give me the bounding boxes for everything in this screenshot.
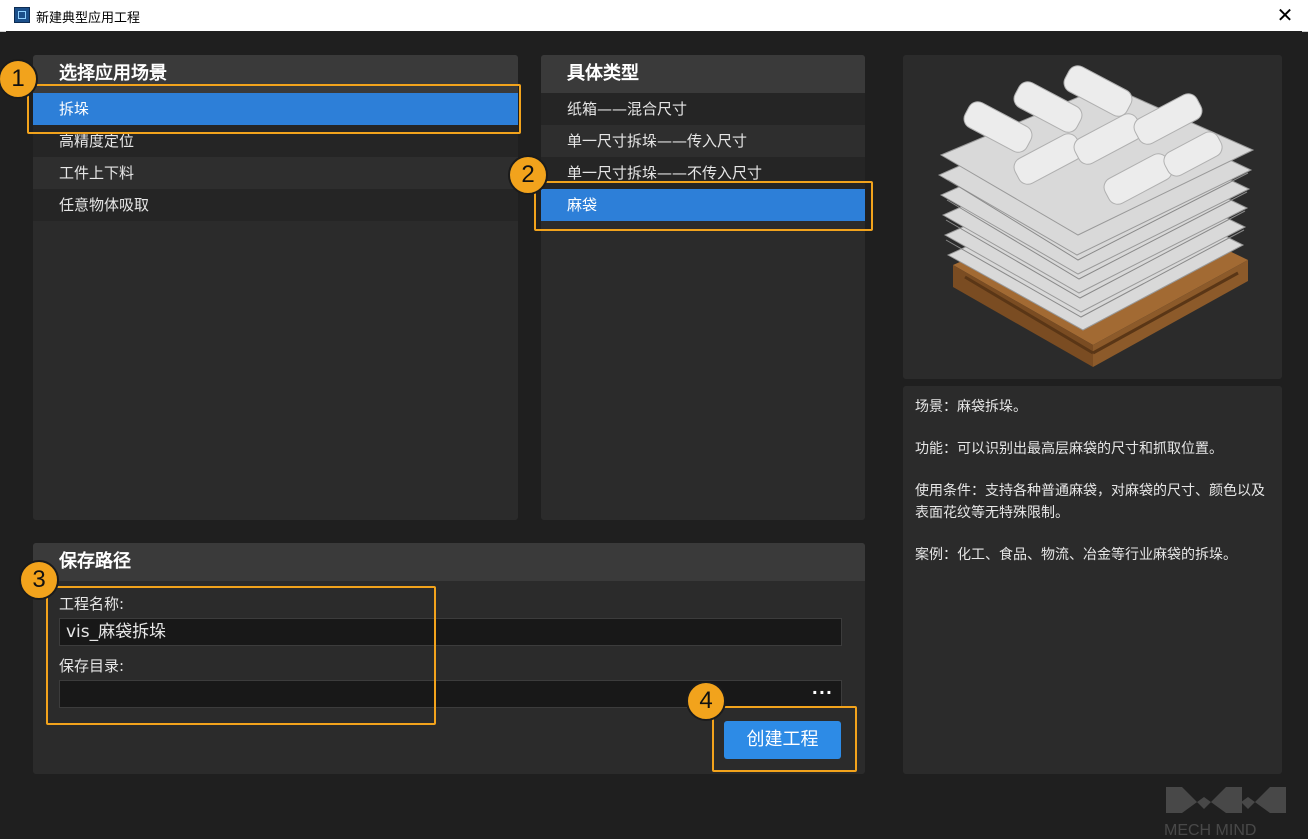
callout-badge-3: 3 <box>19 560 59 600</box>
description-panel: 场景：麻袋拆垛。 功能：可以识别出最高层麻袋的尺寸和抓取位置。 使用条件：支持各… <box>903 386 1282 774</box>
title-bar: 新建典型应用工程 ✕ <box>0 0 1308 32</box>
callout-badge-2: 2 <box>508 155 548 195</box>
mech-mind-watermark: MECH MIND <box>1164 787 1286 839</box>
callout-box-4 <box>712 706 857 772</box>
watermark-text: MECH MIND <box>1164 822 1256 839</box>
window-title: 新建典型应用工程 <box>36 11 141 26</box>
close-icon[interactable]: ✕ <box>1262 0 1308 31</box>
description-conditions: 使用条件：支持各种普通麻袋，对麻袋的尺寸、颜色以及表面花纹等无特殊限制。 <box>915 483 1265 521</box>
sack-pallet-image <box>937 65 1255 367</box>
type-header: 具体类型 <box>541 55 865 93</box>
description-scene: 场景：麻袋拆垛。 <box>915 399 1027 415</box>
callout-box-1 <box>27 84 521 134</box>
scenario-item-machine-tending[interactable]: 工件上下料 <box>33 157 518 189</box>
callout-box-3 <box>46 586 436 725</box>
type-item-single-size-with[interactable]: 单一尺寸拆垛——传入尺寸 <box>541 125 865 157</box>
type-item-carton-mixed[interactable]: 纸箱——混合尺寸 <box>541 93 865 125</box>
description-function: 功能：可以识别出最高层麻袋的尺寸和抓取位置。 <box>915 441 1223 457</box>
description-cases: 案例：化工、食品、物流、冶金等行业麻袋的拆垛。 <box>915 547 1237 563</box>
save-header: 保存路径 <box>33 543 865 581</box>
browse-button[interactable]: ··· <box>812 681 833 705</box>
preview-image-panel <box>903 55 1282 379</box>
callout-box-2 <box>534 181 873 231</box>
callout-badge-4: 4 <box>686 681 726 721</box>
scenario-item-any-object-picking[interactable]: 任意物体吸取 <box>33 189 518 221</box>
app-icon <box>14 7 30 23</box>
dialog-body: 选择应用场景 拆垛 高精度定位 工件上下料 任意物体吸取 具体类型 纸箱——混合… <box>0 31 1302 839</box>
type-panel: 具体类型 纸箱——混合尺寸 单一尺寸拆垛——传入尺寸 单一尺寸拆垛——不传入尺寸… <box>541 55 865 520</box>
